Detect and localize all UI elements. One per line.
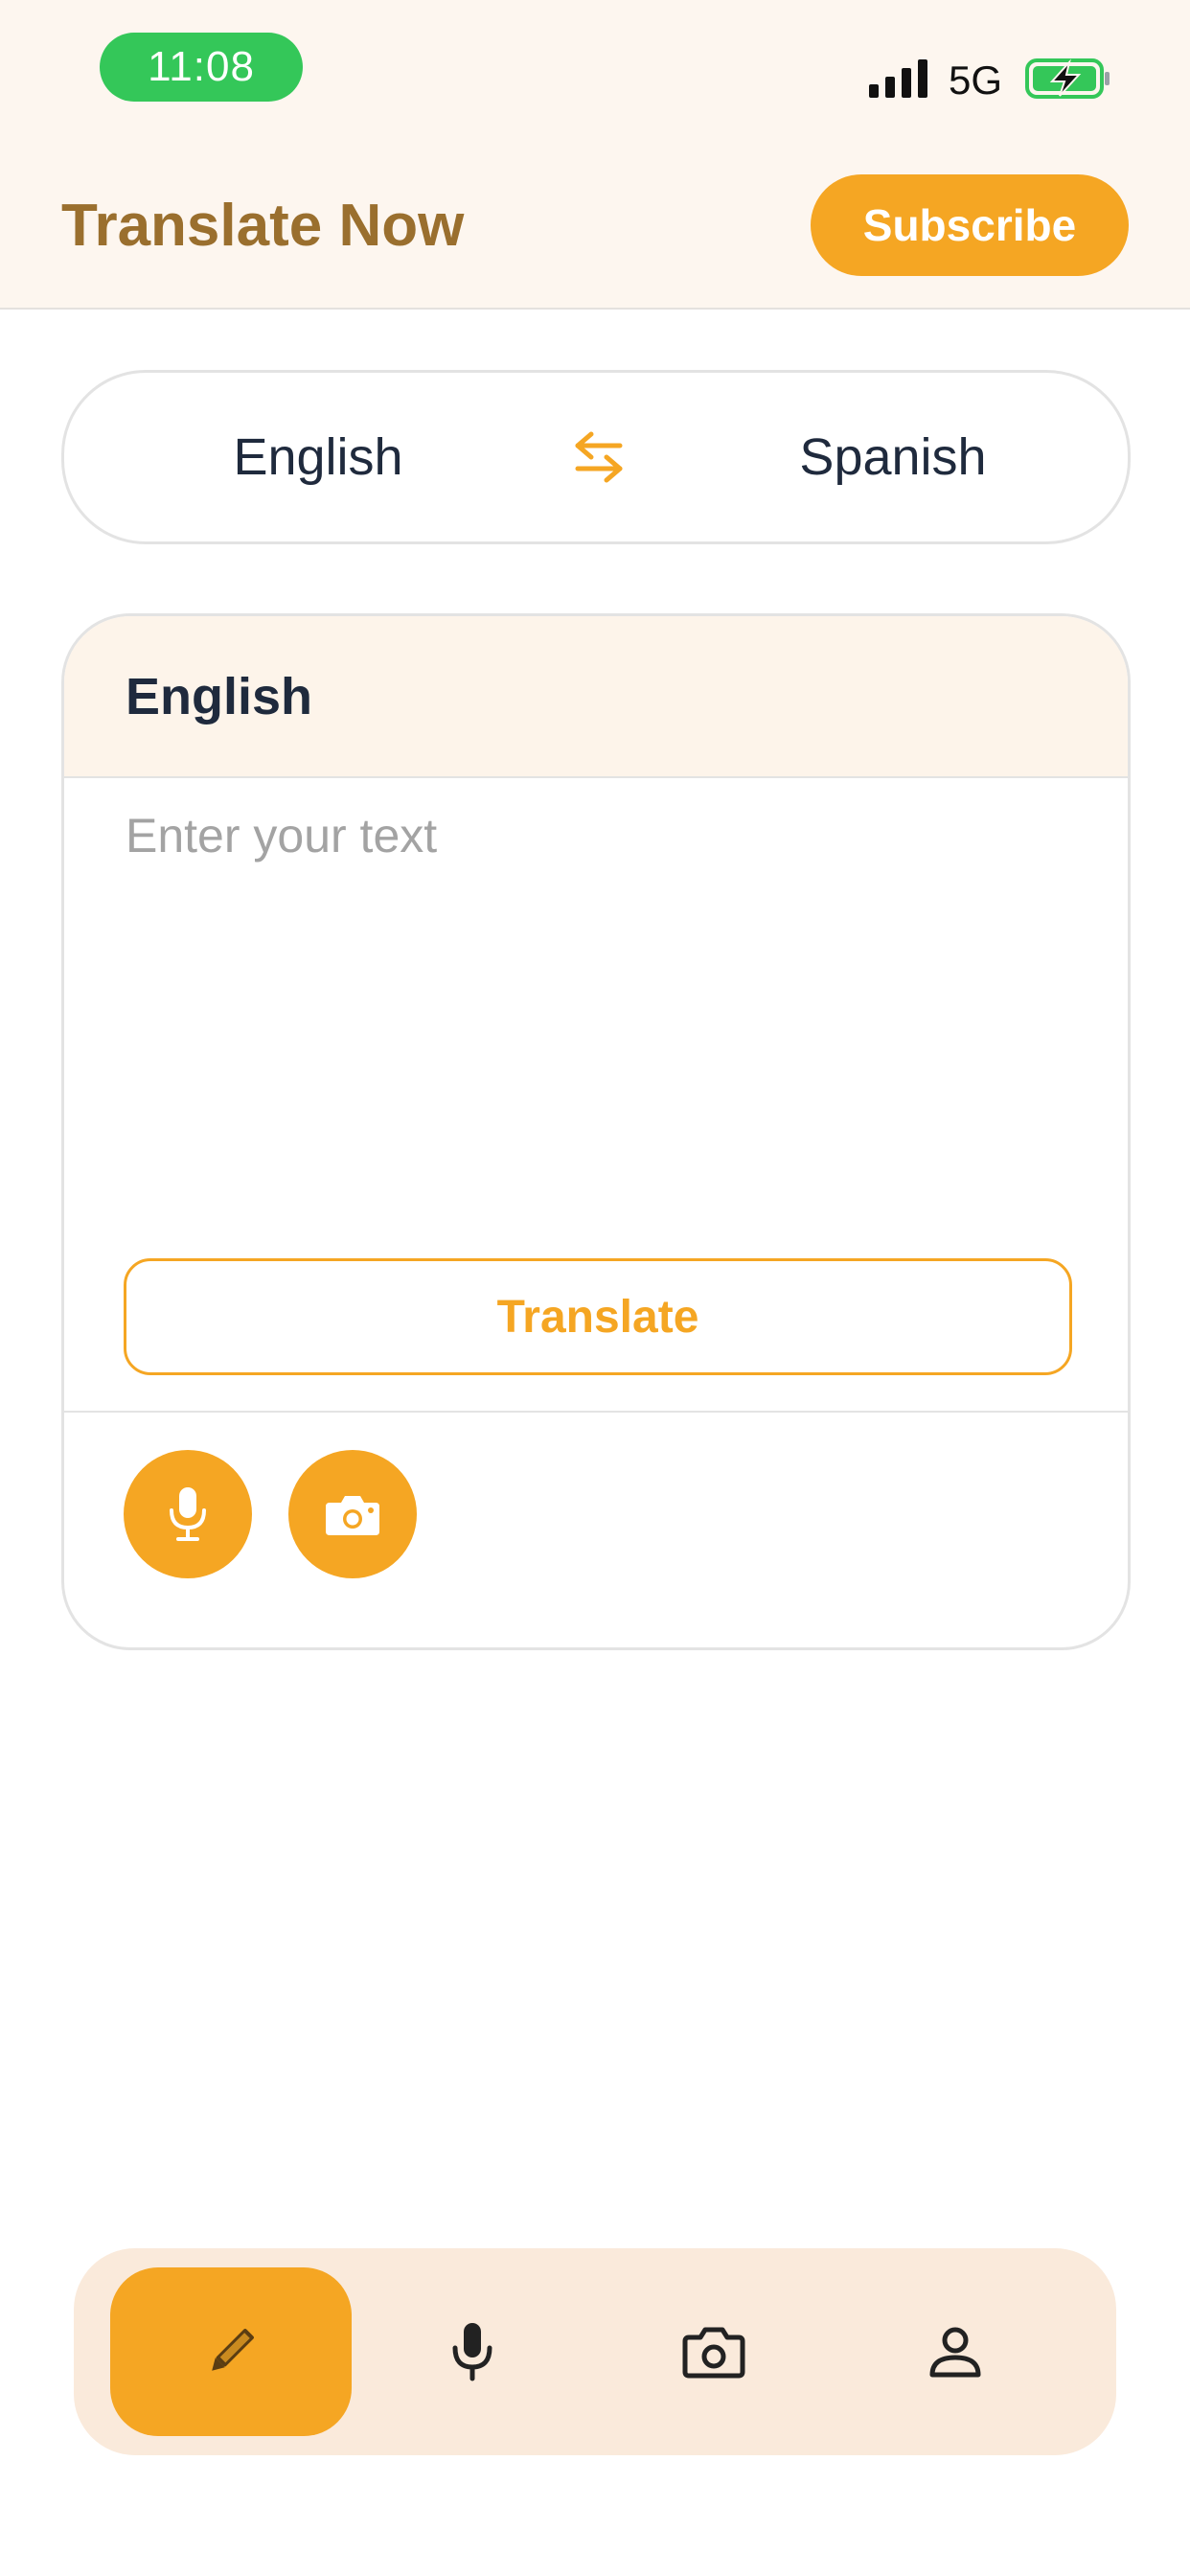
- subscribe-button[interactable]: Subscribe: [811, 174, 1129, 276]
- network-type: 5G: [949, 58, 1003, 103]
- signal-bars-icon: [869, 59, 927, 98]
- battery-charging-icon: [1025, 58, 1110, 99]
- divider: [64, 1411, 1128, 1413]
- text-input[interactable]: [126, 808, 1064, 1153]
- microphone-icon: [170, 1487, 206, 1541]
- nav-tab-camera[interactable]: [593, 2248, 835, 2455]
- language-selector: English Spanish: [61, 370, 1131, 544]
- bottom-nav: [74, 2248, 1116, 2455]
- camera-icon: [682, 2327, 745, 2379]
- app-header: 11:08 5G Translate Now Subscribe: [0, 0, 1190, 310]
- person-icon: [929, 2327, 981, 2378]
- pencil-icon: [212, 2329, 254, 2371]
- app-title: Translate Now: [61, 193, 465, 259]
- input-card: English Translate: [61, 613, 1131, 1650]
- status-time: 11:08: [100, 33, 303, 102]
- input-language-label: English: [126, 667, 313, 725]
- camera-input-button[interactable]: [288, 1450, 417, 1578]
- nav-tab-voice[interactable]: [352, 2248, 593, 2455]
- nav-tab-profile[interactable]: [835, 2248, 1076, 2455]
- input-card-header: English: [64, 616, 1128, 778]
- swap-arrows-icon[interactable]: [572, 428, 626, 486]
- translate-button[interactable]: Translate: [124, 1258, 1072, 1375]
- nav-tab-text[interactable]: [110, 2267, 352, 2436]
- microphone-icon: [452, 2323, 492, 2381]
- voice-input-button[interactable]: [124, 1450, 252, 1578]
- camera-icon: [326, 1496, 379, 1535]
- target-language-button[interactable]: Spanish: [735, 373, 1051, 541]
- source-language-button[interactable]: English: [160, 373, 476, 541]
